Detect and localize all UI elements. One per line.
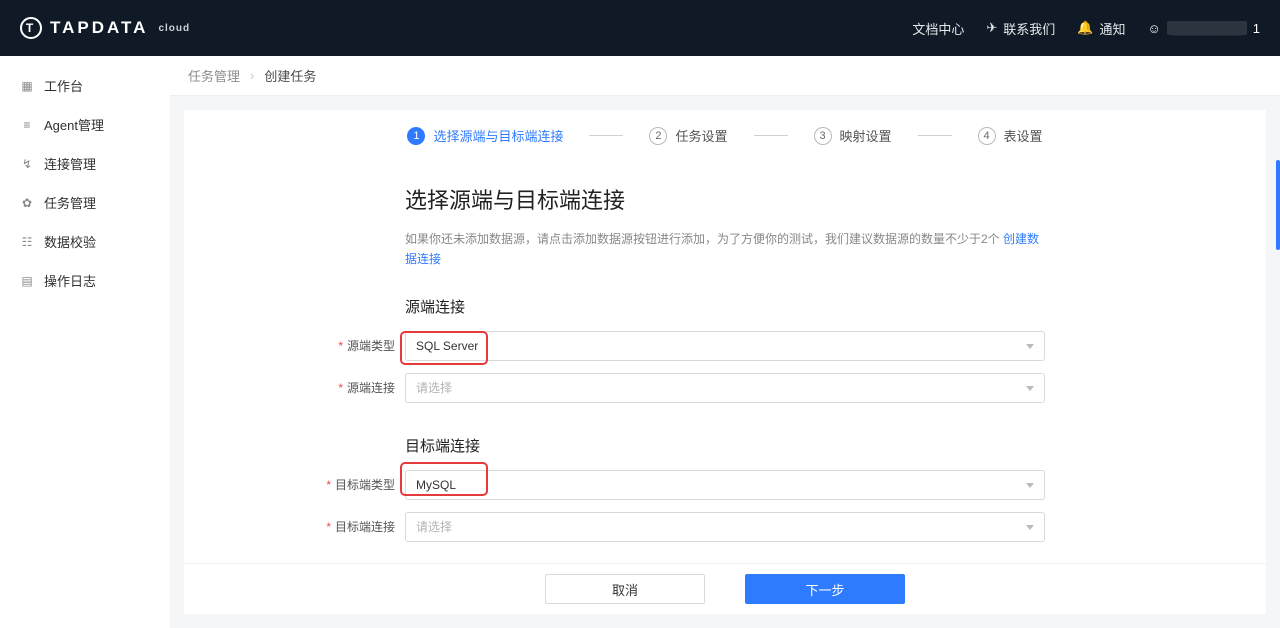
step-3[interactable]: 3 映射设置	[814, 126, 892, 145]
step-divider	[754, 135, 788, 136]
source-type-row: 源端类型 SQL Server	[405, 331, 1045, 361]
step-4[interactable]: 4 表设置	[978, 126, 1043, 145]
step-divider	[918, 135, 952, 136]
topbar-right: 文档中心 ✈ 联系我们 🔔 通知 ☺ ████████ 1	[912, 19, 1260, 38]
sidebar: ▦ 工作台 ≡ Agent管理 ↯ 连接管理 ✿ 任务管理 ☷ 数据校验 ▤ 操…	[0, 56, 170, 628]
sidebar-item-workspace[interactable]: ▦ 工作台	[0, 66, 170, 105]
step-2[interactable]: 2 任务设置	[649, 126, 727, 145]
content-card: 1 选择源端与目标端连接 2 任务设置 3 映射设置 4 表设置	[184, 110, 1266, 614]
sidebar-item-label: 工作台	[44, 76, 83, 95]
source-section-title: 源端连接	[405, 296, 1045, 317]
sidebar-item-label: 任务管理	[44, 193, 96, 212]
target-type-value: MySQL	[416, 478, 456, 492]
step-1[interactable]: 1 选择源端与目标端连接	[407, 126, 563, 145]
brand-badge: cloud	[158, 23, 190, 34]
brand-name: TAPDATA	[50, 18, 148, 38]
source-conn-select[interactable]: 请选择	[405, 373, 1045, 403]
form-body: 选择源端与目标端连接 如果你还未添加数据源，请点击添加数据源按钮进行添加，为了方…	[405, 183, 1045, 554]
sidebar-item-task[interactable]: ✿ 任务管理	[0, 183, 170, 222]
page-title: 选择源端与目标端连接	[405, 183, 1045, 215]
notify-label: 通知	[1099, 19, 1125, 38]
chevron-down-icon	[1026, 525, 1034, 530]
source-conn-label: 源端连接	[309, 379, 405, 396]
sidebar-item-label: 数据校验	[44, 232, 96, 251]
step-label: 选择源端与目标端连接	[433, 126, 563, 145]
verify-icon: ☷	[20, 235, 34, 249]
step-number: 3	[814, 127, 832, 145]
target-section-title: 目标端连接	[405, 435, 1045, 456]
brand[interactable]: T TAPDATA cloud	[20, 17, 190, 39]
target-conn-placeholder: 请选择	[416, 518, 452, 535]
chevron-down-icon	[1026, 386, 1034, 391]
target-conn-row: 目标端连接 请选择	[405, 512, 1045, 542]
log-icon: ▤	[20, 274, 34, 288]
next-button[interactable]: 下一步	[745, 574, 905, 604]
source-conn-placeholder: 请选择	[416, 379, 452, 396]
source-conn-row: 源端连接 请选择	[405, 373, 1045, 403]
chevron-down-icon	[1026, 483, 1034, 488]
chevron-right-icon: ›	[250, 68, 254, 83]
target-conn-select[interactable]: 请选择	[405, 512, 1045, 542]
chevron-down-icon	[1026, 344, 1034, 349]
source-type-select[interactable]: SQL Server	[405, 331, 1045, 361]
sidebar-item-agent[interactable]: ≡ Agent管理	[0, 105, 170, 144]
target-conn-label: 目标端连接	[309, 518, 405, 535]
connection-icon: ↯	[20, 157, 34, 171]
topbar: T TAPDATA cloud 文档中心 ✈ 联系我们 🔔 通知 ☺ █████…	[0, 0, 1280, 56]
step-label: 映射设置	[840, 126, 892, 145]
step-number: 1	[407, 127, 425, 145]
bell-icon: 🔔	[1077, 20, 1093, 36]
shell: ▦ 工作台 ≡ Agent管理 ↯ 连接管理 ✿ 任务管理 ☷ 数据校验 ▤ 操…	[0, 56, 1280, 628]
sidebar-item-log[interactable]: ▤ 操作日志	[0, 261, 170, 300]
step-number: 4	[978, 127, 996, 145]
step-label: 任务设置	[675, 126, 727, 145]
target-type-select[interactable]: MySQL	[405, 470, 1045, 500]
page-hint: 如果你还未添加数据源，请点击添加数据源按钮进行添加，为了方便你的测试，我们建议数…	[405, 229, 1045, 270]
step-divider	[589, 135, 623, 136]
task-icon: ✿	[20, 196, 34, 210]
scrollbar-thumb[interactable]	[1276, 160, 1280, 250]
breadcrumb: 任务管理 › 创建任务	[170, 56, 1280, 96]
cancel-button[interactable]: 取消	[545, 574, 705, 604]
sidebar-item-label: Agent管理	[44, 115, 104, 134]
user-icon: ☺	[1147, 21, 1160, 36]
contact-label: 联系我们	[1003, 19, 1055, 38]
send-icon: ✈	[986, 20, 997, 36]
breadcrumb-parent[interactable]: 任务管理	[188, 66, 240, 85]
main: 任务管理 › 创建任务 1 选择源端与目标端连接 2 任务设置 3 映射设置	[170, 56, 1280, 628]
sidebar-item-verify[interactable]: ☷ 数据校验	[0, 222, 170, 261]
workspace-icon: ▦	[20, 79, 34, 93]
agent-icon: ≡	[20, 118, 34, 132]
user-menu[interactable]: ☺ ████████ 1	[1147, 21, 1260, 36]
step-number: 2	[649, 127, 667, 145]
docs-link[interactable]: 文档中心	[912, 19, 964, 38]
source-type-value: SQL Server	[416, 339, 478, 353]
notify-link[interactable]: 🔔 通知	[1077, 19, 1125, 38]
source-type-label: 源端类型	[309, 337, 405, 354]
hint-text: 如果你还未添加数据源，请点击添加数据源按钮进行添加，为了方便你的测试，我们建议数…	[405, 232, 1000, 246]
sidebar-item-label: 连接管理	[44, 154, 96, 173]
brand-logo-icon: T	[20, 17, 42, 39]
user-suffix: 1	[1253, 21, 1260, 36]
steps: 1 选择源端与目标端连接 2 任务设置 3 映射设置 4 表设置	[184, 110, 1266, 155]
target-type-label: 目标端类型	[309, 476, 405, 493]
sidebar-item-label: 操作日志	[44, 271, 96, 290]
target-type-row: 目标端类型 MySQL	[405, 470, 1045, 500]
step-label: 表设置	[1004, 126, 1043, 145]
sidebar-item-connection[interactable]: ↯ 连接管理	[0, 144, 170, 183]
contact-link[interactable]: ✈ 联系我们	[986, 19, 1055, 38]
breadcrumb-current: 创建任务	[264, 66, 316, 85]
footer: 取消 下一步	[184, 563, 1266, 614]
user-name-mask: ████████	[1167, 21, 1247, 35]
